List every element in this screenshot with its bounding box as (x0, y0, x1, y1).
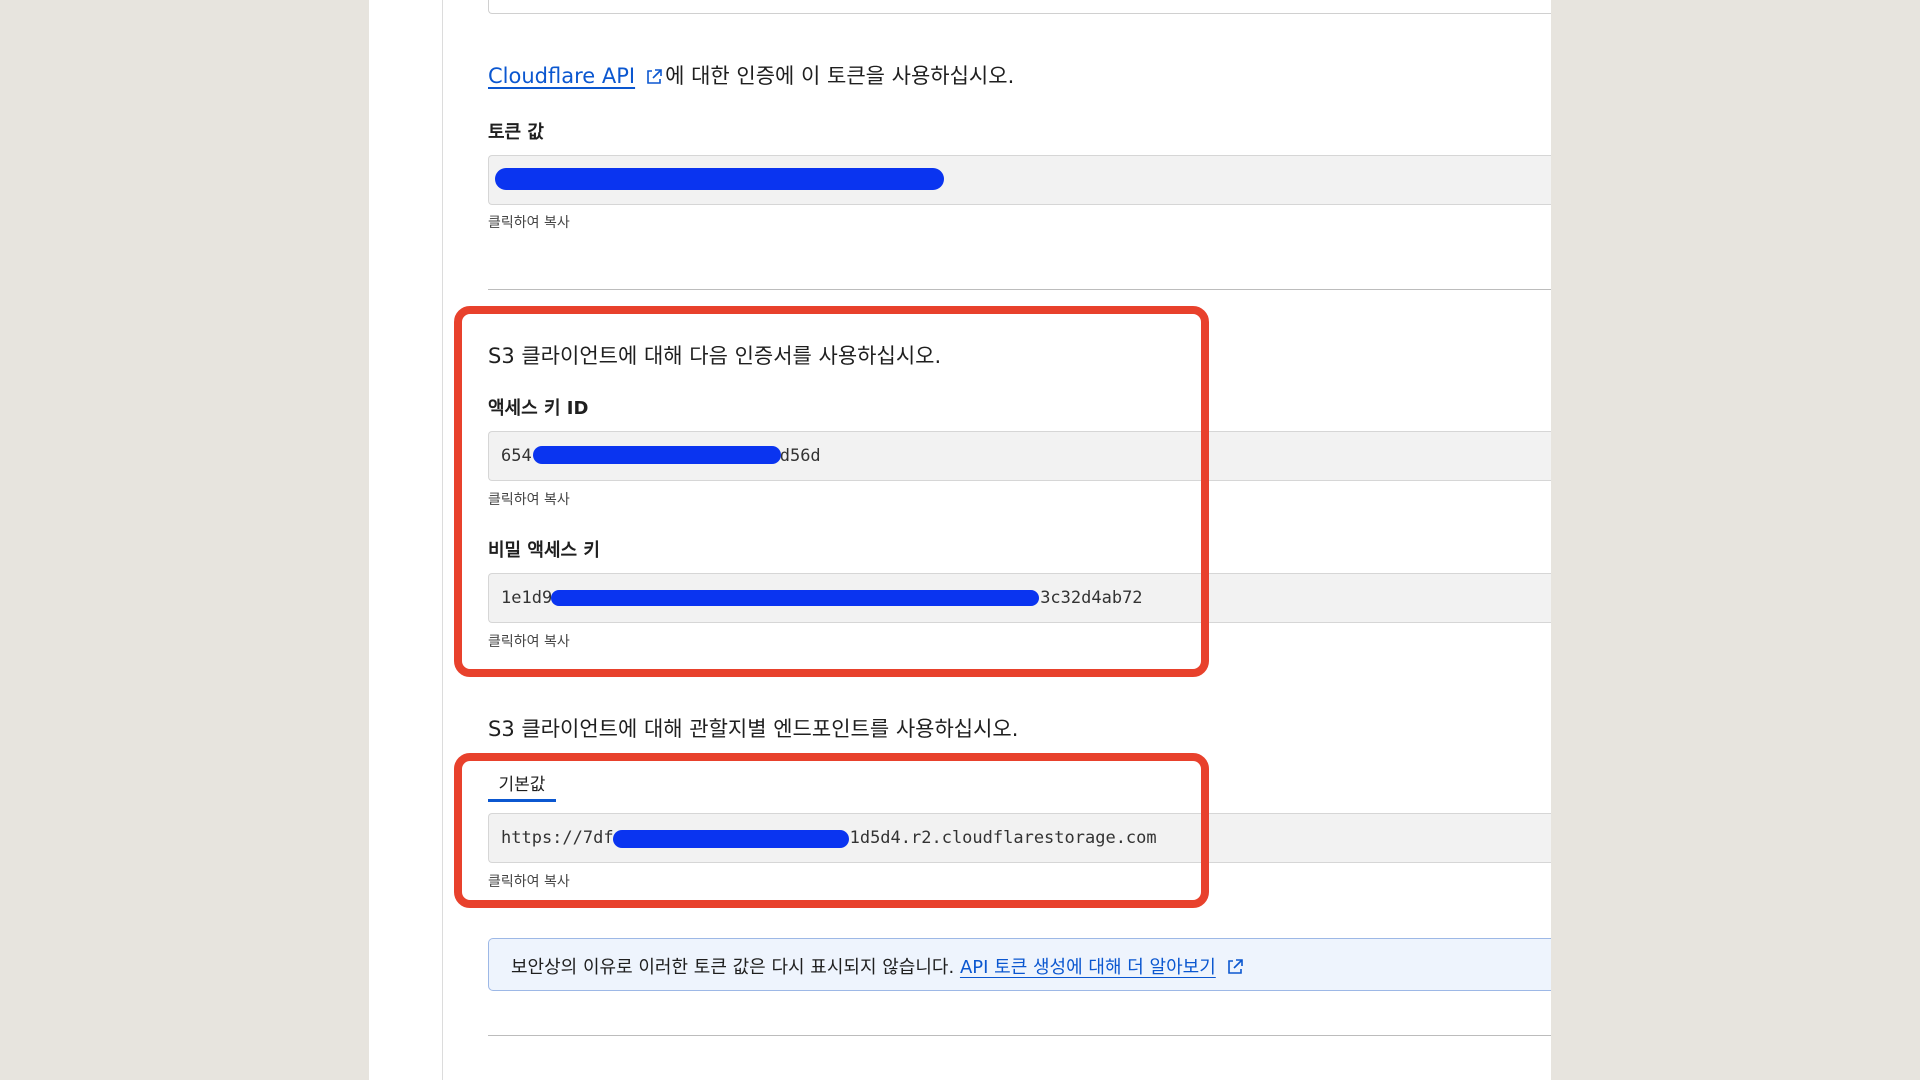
access-key-copy-hint[interactable]: 클릭하여 복사 (488, 489, 570, 509)
section-divider (488, 289, 1551, 290)
secret-key-redaction (551, 590, 1039, 606)
access-key-suffix: d56d (779, 446, 821, 466)
endpoint-copy-hint[interactable]: 클릭하여 복사 (488, 871, 570, 891)
secret-key-label: 비밀 액세스 키 (488, 540, 600, 561)
bottom-divider (488, 1035, 1551, 1036)
external-link-icon[interactable] (645, 67, 663, 91)
left-rail (442, 0, 443, 1080)
security-notice: 보안상의 이유로 이러한 토큰 값은 다시 표시되지 않습니다. API 토큰 … (488, 938, 1551, 991)
endpoint-title: S3 클라이언트에 대해 관할지별 엔드포인트를 사용하십시오. (488, 717, 1019, 741)
endpoint-field[interactable]: https://7df 1d5d4.r2.cloudflarestorage.co… (488, 813, 1551, 863)
page-panel: Cloudflare API 에 대한 인증에 이 토큰을 사용하십시오. 토큰 … (369, 0, 1551, 1080)
external-link-icon[interactable] (1226, 958, 1244, 981)
access-key-field[interactable]: 654 d56d (488, 431, 1551, 481)
previous-field-edge (488, 0, 1551, 14)
cloudflare-api-link[interactable]: Cloudflare API (488, 64, 635, 88)
tab-default[interactable]: 기본값 (488, 770, 556, 802)
notice-text: 보안상의 이유로 이러한 토큰 값은 다시 표시되지 않습니다. (511, 957, 955, 978)
secret-key-prefix: 1e1d9 (501, 588, 553, 608)
token-redaction (495, 168, 944, 190)
learn-more-link[interactable]: API 토큰 생성에 대해 더 알아보기 (960, 957, 1216, 978)
s3-credentials-title: S3 클라이언트에 대해 다음 인증서를 사용하십시오. (488, 344, 942, 368)
access-key-label: 액세스 키 ID (488, 398, 589, 419)
access-key-prefix: 654 (501, 446, 532, 466)
token-value-field[interactable] (488, 155, 1551, 205)
token-copy-hint[interactable]: 클릭하여 복사 (488, 212, 570, 232)
endpoint-redaction (613, 830, 849, 848)
secret-key-suffix: 3c32d4ab72 (1040, 588, 1143, 608)
intro-line: Cloudflare API 에 대한 인증에 이 토큰을 사용하십시오. (488, 60, 1014, 91)
endpoint-prefix: https://7df (501, 828, 614, 848)
access-key-redaction (533, 446, 781, 464)
token-value-label: 토큰 값 (488, 122, 544, 143)
intro-text: 에 대한 인증에 이 토큰을 사용하십시오. (665, 64, 1015, 88)
endpoint-suffix: 1d5d4.r2.cloudflarestorage.com (849, 828, 1157, 848)
token-result-content: Cloudflare API 에 대한 인증에 이 토큰을 사용하십시오. 토큰 … (488, 0, 1551, 1080)
secret-key-copy-hint[interactable]: 클릭하여 복사 (488, 631, 570, 651)
secret-key-field[interactable]: 1e1d9 3c32d4ab72 (488, 573, 1551, 623)
